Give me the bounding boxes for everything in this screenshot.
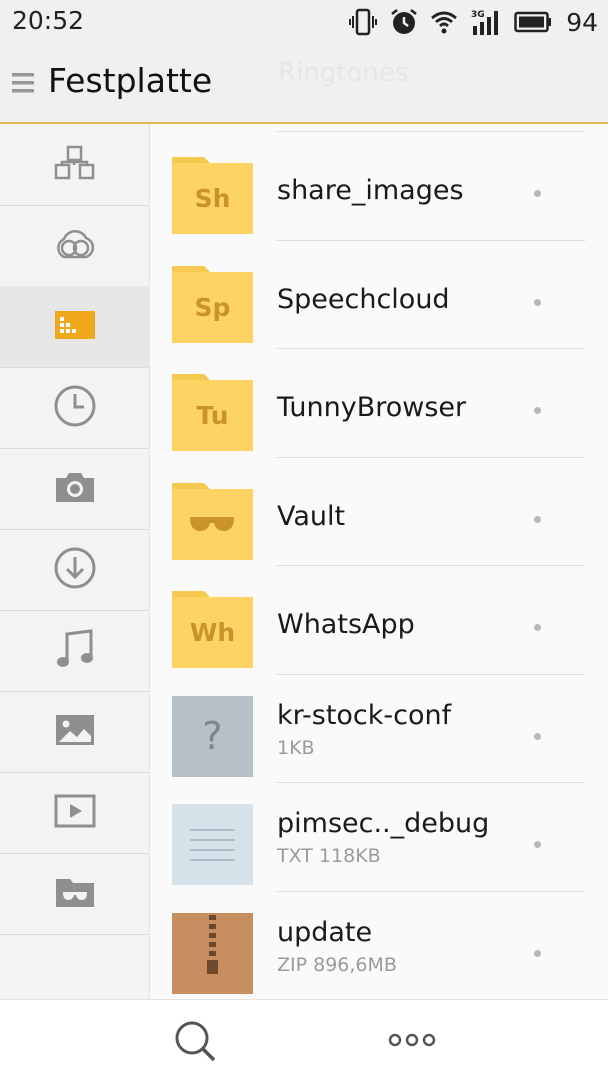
select-dot-icon[interactable]	[534, 624, 541, 631]
select-dot-icon[interactable]	[534, 949, 541, 957]
page-title: Festplatte	[48, 61, 213, 100]
file-row[interactable]: update ZIP 896,6MB	[150, 890, 608, 999]
select-dot-icon[interactable]	[534, 515, 541, 523]
status-time: 20:52	[12, 6, 85, 35]
more-options-icon[interactable]	[388, 1032, 436, 1052]
sd-card-icon	[54, 309, 96, 345]
bottom-toolbar	[0, 999, 608, 1081]
status-icons: 3G 94	[348, 6, 598, 38]
select-dot-icon[interactable]	[534, 298, 541, 306]
sidebar-item-images[interactable]	[0, 691, 149, 773]
file-name: pimsec.._debug	[277, 808, 490, 839]
sidebar-item-videos[interactable]	[0, 772, 149, 854]
select-dot-icon[interactable]	[534, 841, 541, 848]
folder-badge: Wh	[189, 618, 236, 647]
folder-badge: Sh	[194, 184, 231, 213]
scrolled-item-ghost: Ringtones	[278, 58, 409, 88]
status-bar: 20:52 3G 94	[0, 0, 608, 44]
sidebar-item-music[interactable]	[0, 610, 149, 692]
file-name: WhatsApp	[277, 609, 415, 640]
vibrate-icon	[348, 8, 378, 36]
folder-badge: Tu	[196, 401, 229, 430]
download-icon	[53, 546, 97, 594]
select-dot-icon[interactable]	[534, 732, 541, 740]
file-name: update	[277, 916, 373, 948]
file-name: kr-stock-conf	[277, 699, 452, 731]
signal-3g-icon: 3G	[470, 8, 502, 36]
file-list: Sh share_images Sp Speechcloud Tu TunnyBrowse…	[150, 124, 608, 999]
folder-badge: Sp	[194, 292, 231, 322]
sidebar-item-downloads[interactable]	[0, 529, 149, 611]
folder-thumb: Wh	[172, 587, 253, 668]
image-icon	[54, 713, 96, 751]
alarm-icon	[390, 8, 418, 36]
row-divider	[277, 131, 585, 132]
zip-file-thumb	[172, 912, 253, 994]
file-meta: TXT 118KB	[277, 845, 381, 867]
camera-icon	[54, 470, 96, 508]
sidebar-item-categories[interactable]	[0, 124, 149, 206]
folder-thumb: Sh	[172, 153, 253, 234]
sidebar-item-vault[interactable]	[0, 853, 149, 935]
text-file-thumb	[172, 804, 253, 885]
folder-thumb: Tu	[172, 370, 253, 451]
file-name: share_images	[277, 175, 464, 206]
sidebar-item-camera[interactable]	[0, 448, 149, 530]
sidebar-item-recent[interactable]	[0, 367, 149, 449]
battery-icon	[514, 11, 552, 33]
row-divider	[277, 239, 585, 241]
vault-folder-thumb	[172, 479, 253, 560]
video-icon	[54, 794, 96, 832]
select-dot-icon[interactable]	[534, 190, 541, 197]
row-divider	[277, 782, 585, 783]
file-row[interactable]: pimsec.._debug TXT 118KB	[150, 782, 608, 890]
file-row[interactable]: Vault	[150, 456, 608, 565]
row-divider	[277, 348, 585, 349]
file-row[interactable]: ? kr-stock-conf 1KB	[150, 673, 608, 782]
file-meta: ZIP 896,6MB	[277, 953, 397, 976]
file-row[interactable]: Sh share_images	[150, 131, 608, 239]
cloud-icon	[52, 227, 98, 265]
music-note-icon	[54, 628, 96, 674]
file-row[interactable]: Wh WhatsApp	[150, 565, 608, 673]
search-icon[interactable]	[174, 1020, 218, 1066]
vault-folder-icon	[54, 875, 96, 913]
file-name: Speechcloud	[277, 283, 450, 315]
row-divider	[277, 456, 585, 458]
sidebar	[0, 124, 150, 999]
svg-text:3G: 3G	[471, 10, 485, 20]
file-row[interactable]: Tu TunnyBrowser	[150, 348, 608, 456]
categories-icon	[54, 145, 96, 185]
row-divider	[277, 890, 585, 892]
question-mark-icon: ?	[202, 714, 223, 758]
unknown-file-thumb: ?	[172, 695, 253, 777]
row-divider	[277, 565, 585, 566]
battery-percent: 94	[566, 7, 598, 37]
select-dot-icon[interactable]	[534, 407, 541, 414]
file-row[interactable]: Sp Speechcloud	[150, 239, 608, 348]
wifi-icon	[430, 10, 458, 34]
row-divider	[277, 673, 585, 675]
sidebar-item-cloud[interactable]	[0, 205, 149, 287]
menu-icon[interactable]	[12, 71, 34, 99]
sidebar-item-storage[interactable]	[0, 286, 149, 368]
file-meta: 1KB	[277, 736, 315, 759]
folder-thumb: Sp	[172, 262, 253, 343]
file-name: Vault	[277, 500, 346, 532]
recent-clock-icon	[53, 384, 97, 432]
file-name: TunnyBrowser	[277, 392, 467, 423]
